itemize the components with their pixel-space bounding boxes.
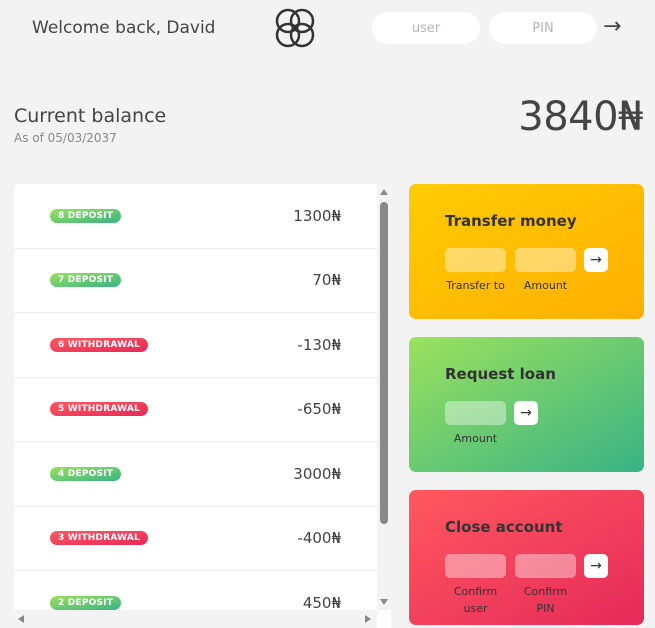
scroll-left-icon[interactable] — [18, 615, 24, 623]
movement-row: 7 DEPOSIT 70₦ — [14, 249, 391, 313]
loan-amount-input[interactable] — [445, 401, 506, 425]
transfer-title: Transfer money — [445, 212, 577, 230]
balance-label: Current balance — [14, 105, 167, 127]
scroll-down-icon[interactable] — [380, 599, 388, 605]
movement-row: 4 DEPOSIT 3000₦ — [14, 442, 391, 507]
scroll-right-icon[interactable] — [365, 615, 371, 623]
movement-type-badge: 6 WITHDRAWAL — [50, 337, 148, 352]
transfer-to-label: Transfer to — [446, 279, 505, 292]
transfer-amount-input[interactable] — [515, 248, 576, 272]
movement-value: -130₦ — [297, 335, 341, 354]
balance-value: 3840₦ — [518, 94, 643, 140]
vertical-scrollbar[interactable] — [377, 184, 391, 610]
balance-date: As of 05/03/2037 — [14, 131, 117, 145]
close-pin-input[interactable] — [515, 554, 576, 578]
movement-value: -400₦ — [297, 529, 341, 548]
transfer-button[interactable]: → — [584, 248, 608, 272]
transfer-to-input[interactable] — [445, 248, 506, 272]
horizontal-scrollbar[interactable] — [14, 610, 377, 628]
close-user-input[interactable] — [445, 554, 506, 578]
movements-list[interactable]: 8 DEPOSIT 1300₦ 7 DEPOSIT 70₦ 6 WITHDRAW… — [14, 184, 391, 628]
login-user-input[interactable] — [372, 12, 480, 44]
movement-row: 8 DEPOSIT 1300₦ — [14, 184, 391, 249]
movement-row: 3 WITHDRAWAL -400₦ — [14, 507, 391, 571]
movement-row: 6 WITHDRAWAL -130₦ — [14, 313, 391, 378]
movement-row: 5 WITHDRAWAL -650₦ — [14, 378, 391, 442]
movement-value: -650₦ — [297, 400, 341, 419]
movement-value: 70₦ — [312, 271, 341, 290]
movement-type-badge: 8 DEPOSIT — [50, 208, 122, 223]
close-account-panel: Close account → Confirm user Confirm PIN — [409, 490, 644, 625]
scroll-up-icon[interactable] — [380, 189, 388, 195]
movement-value: 3000₦ — [293, 464, 341, 483]
movement-type-badge: 7 DEPOSIT — [50, 273, 122, 288]
close-user-label: Confirm user — [453, 585, 498, 615]
transfer-amount-label: Amount — [523, 279, 568, 292]
movement-type-badge: 3 WITHDRAWAL — [50, 531, 148, 546]
welcome-message: Welcome back, David — [32, 18, 216, 38]
movement-value: 1300₦ — [293, 206, 341, 225]
transfer-panel: Transfer money → Transfer to Amount — [409, 184, 644, 319]
movement-type-badge: 2 DEPOSIT — [50, 595, 122, 610]
movement-type-badge: 5 WITHDRAWAL — [50, 402, 148, 417]
close-account-title: Close account — [445, 518, 563, 536]
movement-type-badge: 4 DEPOSIT — [50, 466, 122, 481]
loan-amount-label: Amount — [453, 432, 498, 445]
loan-panel: Request loan → Amount — [409, 337, 644, 472]
logo-icon — [270, 4, 320, 52]
close-pin-label: Confirm PIN — [523, 585, 568, 615]
login-button[interactable]: → — [603, 14, 621, 40]
loan-button[interactable]: → — [514, 401, 538, 425]
login-pin-input[interactable] — [489, 12, 597, 44]
loan-title: Request loan — [445, 365, 556, 383]
close-account-button[interactable]: → — [584, 554, 608, 578]
scrollbar-thumb[interactable] — [380, 202, 388, 524]
